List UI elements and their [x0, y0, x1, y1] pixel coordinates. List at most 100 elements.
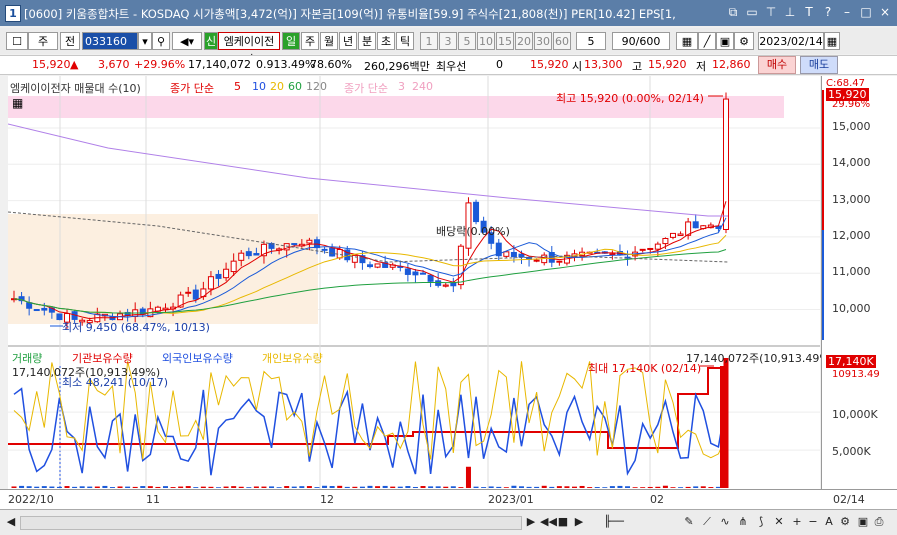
- current-price: 15,920: [32, 58, 71, 71]
- checkbox-icon[interactable]: ☐: [6, 32, 28, 50]
- font-size-icon[interactable]: A: [822, 514, 836, 530]
- minimize-icon[interactable]: –: [839, 3, 855, 21]
- minute-button-7[interactable]: 60: [553, 32, 571, 50]
- pin-icon[interactable]: ⊤: [763, 3, 779, 21]
- zoom-out-icon[interactable]: −: [806, 514, 820, 530]
- minute-select[interactable]: 5: [576, 32, 606, 50]
- volume-bar: [170, 487, 176, 488]
- candle-body: [427, 274, 434, 282]
- period-button-3[interactable]: 년: [339, 32, 357, 50]
- bid-price: 15,920: [530, 58, 569, 71]
- volume-bar: [541, 485, 547, 488]
- image-icon[interactable]: ▣: [856, 514, 870, 530]
- chart-scrollbar[interactable]: [20, 516, 522, 530]
- buy-button[interactable]: 매수: [758, 56, 796, 74]
- volume-bar: [420, 486, 426, 488]
- zoom-slider[interactable]: ╟──: [594, 514, 634, 530]
- period-button-5[interactable]: 초: [377, 32, 395, 50]
- trend-icon[interactable]: ⟋: [700, 514, 714, 530]
- volume-bar: [276, 487, 282, 488]
- zoom-in-icon[interactable]: +: [790, 514, 804, 530]
- print-icon[interactable]: ⎙: [872, 514, 886, 530]
- volume-bar: [428, 486, 434, 488]
- volume-bar: [700, 486, 706, 488]
- draw-tool-icon[interactable]: ✎: [682, 514, 696, 530]
- stock-code-input[interactable]: 033160: [82, 32, 138, 50]
- candle-body: [351, 254, 358, 263]
- period-button-2[interactable]: 월: [320, 32, 338, 50]
- price-tick-1: 14,000: [832, 156, 871, 170]
- best-quote-label: 최우선: [436, 60, 467, 73]
- cross-icon[interactable]: ✕: [772, 514, 786, 530]
- period-button-4[interactable]: 분: [358, 32, 376, 50]
- tool-icon[interactable]: ⟆: [754, 514, 768, 530]
- price-panel-title: 엠케이이전자 매물대 수(10): [10, 82, 141, 95]
- maximize-icon[interactable]: □: [858, 3, 874, 21]
- draw-tools-icon[interactable]: ╱: [698, 32, 716, 50]
- minute-button-2[interactable]: 5: [458, 32, 476, 50]
- volume-bar: [49, 486, 55, 488]
- minute-button-6[interactable]: 30: [534, 32, 552, 50]
- close-icon[interactable]: ×: [877, 3, 893, 21]
- code-dropdown-icon[interactable]: ▾: [138, 32, 152, 50]
- date-input[interactable]: 2023/02/14: [758, 32, 824, 50]
- volume-bar: [579, 485, 585, 488]
- volume-bar: [473, 486, 479, 488]
- volume-bar: [640, 487, 646, 488]
- minute-button-0[interactable]: 1: [420, 32, 438, 50]
- scroll-left-icon[interactable]: ◀: [4, 514, 18, 530]
- count-input[interactable]: 90/600: [612, 32, 670, 50]
- sound-icon[interactable]: ◀▾: [172, 32, 202, 50]
- minute-button-1[interactable]: 3: [439, 32, 457, 50]
- font-icon[interactable]: T: [801, 3, 817, 21]
- ma2-period-long: 240: [412, 80, 433, 93]
- price-range-bar: [822, 90, 824, 230]
- prev-button[interactable]: 전: [60, 32, 80, 50]
- search-icon[interactable]: ⚲: [152, 32, 170, 50]
- volume-turnover: 0.913.49%: [256, 58, 316, 71]
- fork-icon[interactable]: ⋔: [736, 514, 750, 530]
- help-icon[interactable]: ?: [820, 3, 836, 21]
- period-button-0[interactable]: 일: [282, 32, 300, 50]
- sell-button[interactable]: 매도: [800, 56, 838, 74]
- volume-bar: [64, 486, 70, 488]
- volume-bar: [79, 486, 85, 488]
- minute-button-4[interactable]: 15: [496, 32, 514, 50]
- chart-settings-icon[interactable]: ▦: [676, 32, 698, 50]
- volume-bar: [359, 486, 365, 488]
- ma2-label: 종가 단순: [344, 82, 388, 95]
- forward-icon[interactable]: ▶: [572, 514, 586, 530]
- volume-bar: [269, 486, 275, 488]
- period-button-6[interactable]: 틱: [396, 32, 414, 50]
- play-icon[interactable]: ▶: [524, 514, 538, 530]
- link-icon[interactable]: ⧉: [725, 3, 741, 21]
- minute-button-3[interactable]: 10: [477, 32, 495, 50]
- chart-area[interactable]: 엠케이이전자 매물대 수(10) 종가 단순 5 10 20 60 120 종가 단순 …: [8, 76, 834, 489]
- volume-bar: [132, 486, 138, 488]
- stack-icon[interactable]: ⊥: [782, 3, 798, 21]
- ma-period-4: 120: [306, 80, 327, 93]
- save-icon[interactable]: ▣: [716, 32, 734, 50]
- calendar-icon[interactable]: ▦: [824, 32, 840, 50]
- grid-icon[interactable]: ▦: [12, 96, 23, 110]
- candle-body: [435, 280, 442, 286]
- gear-icon[interactable]: ⚙: [734, 32, 754, 50]
- rewind-icon[interactable]: ◀◀: [540, 514, 557, 530]
- volume-bar: [41, 486, 47, 488]
- stop-icon[interactable]: ■: [556, 514, 570, 530]
- tile-icon[interactable]: ▭: [744, 3, 760, 21]
- period-select[interactable]: 주: [28, 32, 58, 50]
- low-label: 저: [696, 60, 707, 73]
- volume-bar: [655, 486, 661, 488]
- candle-body: [412, 271, 419, 276]
- wave-icon[interactable]: ∿: [718, 514, 732, 530]
- settings-icon[interactable]: ⚙: [838, 514, 852, 530]
- period-button-1[interactable]: 주: [301, 32, 319, 50]
- candle-body: [192, 289, 199, 300]
- candle-body: [518, 253, 525, 258]
- minute-button-5[interactable]: 20: [515, 32, 533, 50]
- volume-bar-latest: [720, 366, 728, 488]
- volume-bar: [223, 486, 229, 488]
- volume-bar: [26, 486, 32, 488]
- vol-right-value: 17,140,072주(10,913.49%): [686, 352, 835, 365]
